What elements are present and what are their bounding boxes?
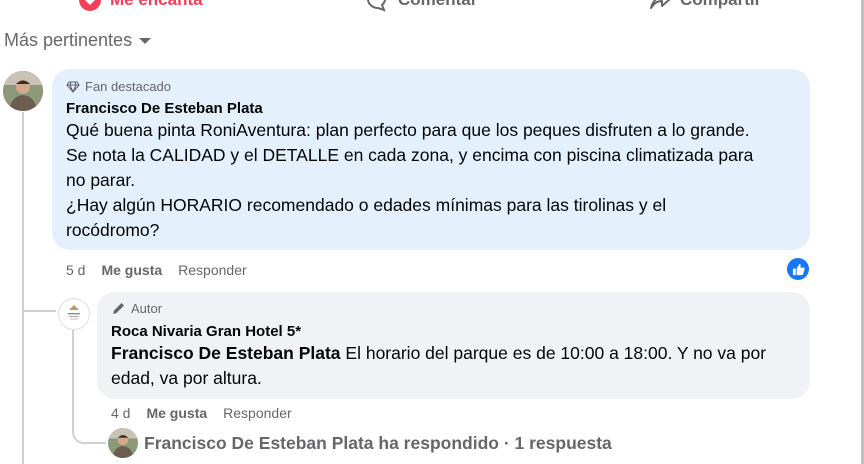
comment-time[interactable]: 5 d (66, 262, 85, 278)
reply-author[interactable]: Roca Nivaria Gran Hotel 5* (111, 323, 301, 340)
reply-text: Francisco De Esteban Plata El horario de… (111, 341, 801, 391)
hotel-avatar[interactable] (58, 298, 90, 330)
view-replies-link[interactable]: Francisco De Esteban Plata ha respondido… (144, 433, 612, 454)
replies-connector (72, 412, 106, 444)
person-avatar-icon (108, 428, 138, 458)
reply-reply-button[interactable]: Responder (223, 405, 292, 421)
share-action-label: Compartir (680, 0, 761, 10)
reply-meta: 4 d Me gusta Responder (111, 405, 308, 421)
comment-line: Se nota la CALIDAD y el DETALLE en cada … (66, 145, 754, 165)
hotel-logo-icon (68, 305, 80, 320)
commenter-avatar[interactable] (3, 71, 43, 111)
top-fan-label: Fan destacado (85, 79, 172, 94)
thread-connector (22, 310, 56, 312)
reply-like-button[interactable]: Me gusta (146, 405, 207, 421)
share-action-button[interactable]: Compartir (648, 0, 761, 12)
heart-icon (79, 0, 101, 11)
love-action-label: Me encanta (110, 0, 203, 10)
comment-author[interactable]: Francisco De Esteban Plata (66, 100, 263, 117)
comment-line: no parar. (66, 170, 136, 190)
top-fan-badge: Fan destacado (66, 79, 171, 94)
reply-text-first: El horario del parque es de 10:00 a 18:0… (340, 343, 767, 363)
reply-mention[interactable]: Francisco De Esteban Plata (111, 343, 341, 363)
like-reaction-badge[interactable] (785, 256, 811, 282)
comment-meta: 5 d Me gusta Responder (66, 262, 263, 278)
pencil-icon (113, 303, 124, 314)
comment-action-button[interactable]: Comentar (366, 0, 477, 12)
author-badge-label: Autor (131, 301, 163, 316)
comment-line: Qué buena pinta RoniAventura: plan perfe… (66, 120, 750, 140)
sort-label: Más pertinentes (4, 30, 133, 50)
sort-dropdown[interactable]: Más pertinentes (4, 30, 152, 51)
caret-down-icon (139, 37, 152, 44)
author-badge: Autor (111, 301, 162, 316)
person-avatar-icon (3, 71, 43, 111)
comment-action-label: Comentar (398, 0, 477, 10)
reply-time[interactable]: 4 d (111, 405, 130, 421)
reply-text-second: edad, va por altura. (111, 368, 262, 388)
diamond-icon (66, 80, 80, 93)
love-action-button[interactable]: Me encanta (78, 0, 203, 12)
comment-text: Qué buena pinta RoniAventura: plan perfe… (66, 118, 806, 243)
comment-line: ¿Hay algún HORARIO recomendado o edades … (66, 195, 667, 215)
thumbs-up-icon (792, 263, 805, 275)
replier-avatar[interactable] (108, 428, 138, 458)
comment-reply-button[interactable]: Responder (178, 262, 247, 278)
comment-icon (367, 0, 386, 12)
comment-line: rocódromo? (66, 220, 160, 240)
thread-line (22, 112, 24, 464)
share-icon (650, 0, 671, 9)
comment-like-button[interactable]: Me gusta (101, 262, 162, 278)
